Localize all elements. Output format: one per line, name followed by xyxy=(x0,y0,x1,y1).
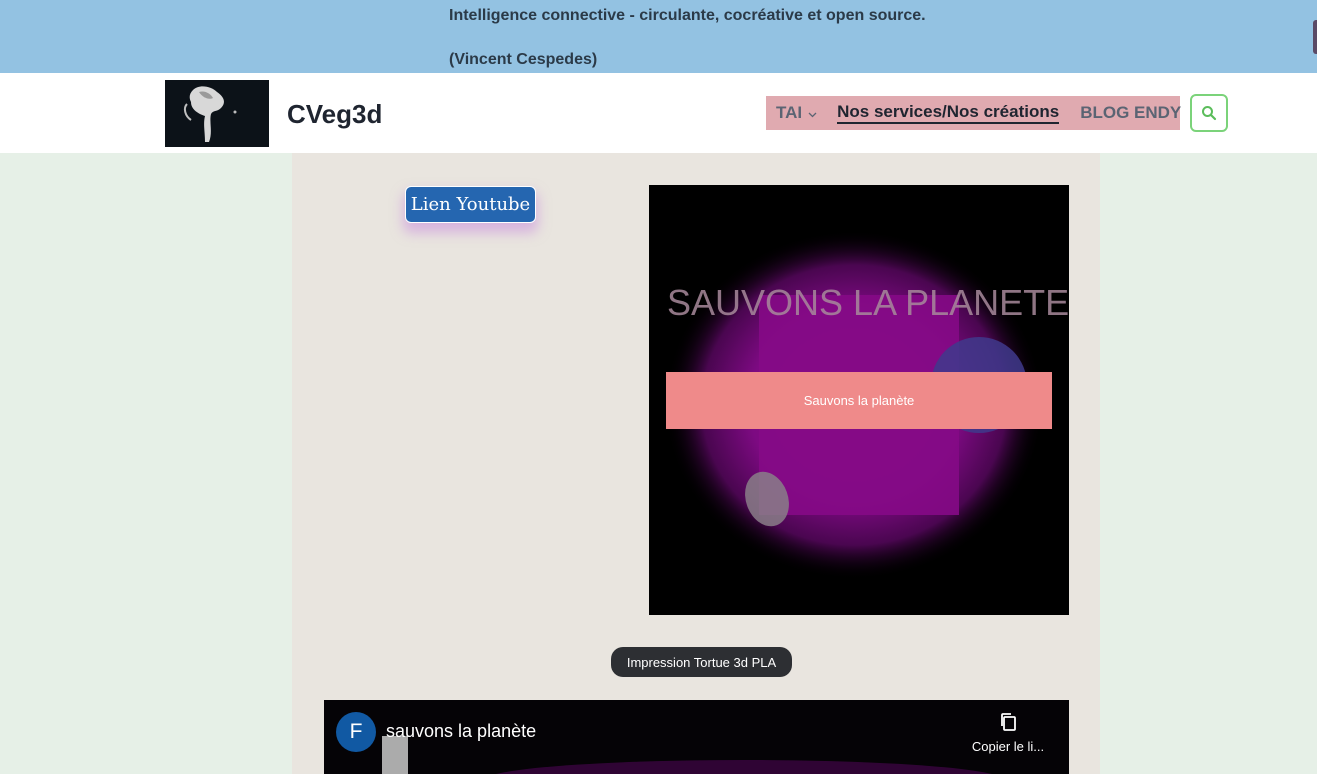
video-card[interactable]: SAUVONS LA PLANETE Sauvons la planète xyxy=(649,185,1069,615)
copy-link-button[interactable]: Copier le li... xyxy=(960,712,1056,754)
chevron-down-icon xyxy=(808,103,817,123)
youtube-link-button[interactable]: Lien Youtube xyxy=(405,186,536,223)
copy-icon xyxy=(1001,713,1016,731)
embed-video-title[interactable]: sauvons la planète xyxy=(386,721,536,742)
nav-item-tai[interactable]: TAI xyxy=(776,103,817,123)
nav-item-blog[interactable]: BLOG ENDY xyxy=(1080,103,1181,123)
copy-link-label: Copier le li... xyxy=(971,739,1045,754)
nav-item-services[interactable]: Nos services/Nos créations xyxy=(837,102,1060,124)
sculpture-logo-icon xyxy=(165,80,269,147)
site-logo[interactable] xyxy=(165,80,269,147)
video-card-bg-text: SAUVONS LA PLANETE xyxy=(667,282,1069,323)
banner-quote: Intelligence connective - circulante, co… xyxy=(449,7,926,24)
main-nav: TAI Nos services/Nos créations BLOG ENDY xyxy=(766,96,1181,130)
search-icon xyxy=(1202,106,1217,121)
banner-author: (Vincent Cespedes) xyxy=(449,51,598,68)
site-header: CVeg3d TAI Nos services/Nos créations BL… xyxy=(0,73,1317,153)
site-title[interactable]: CVeg3d xyxy=(287,99,382,130)
search-button[interactable] xyxy=(1190,94,1228,132)
nav-item-tai-label: TAI xyxy=(776,103,803,122)
overlay-play-button[interactable]: Sauvons la planète xyxy=(666,372,1052,429)
youtube-embed-player[interactable]: F sauvons la planète Copier le li... xyxy=(324,700,1069,774)
content-panel: Lien Youtube SAUVONS LA PLANETE Sauvons … xyxy=(292,153,1100,774)
top-banner: Intelligence connective - circulante, co… xyxy=(0,0,1317,73)
print-tag[interactable]: Impression Tortue 3d PLA xyxy=(611,647,792,677)
banner-edge-tab[interactable] xyxy=(1313,20,1317,54)
channel-avatar[interactable]: F xyxy=(336,712,376,752)
